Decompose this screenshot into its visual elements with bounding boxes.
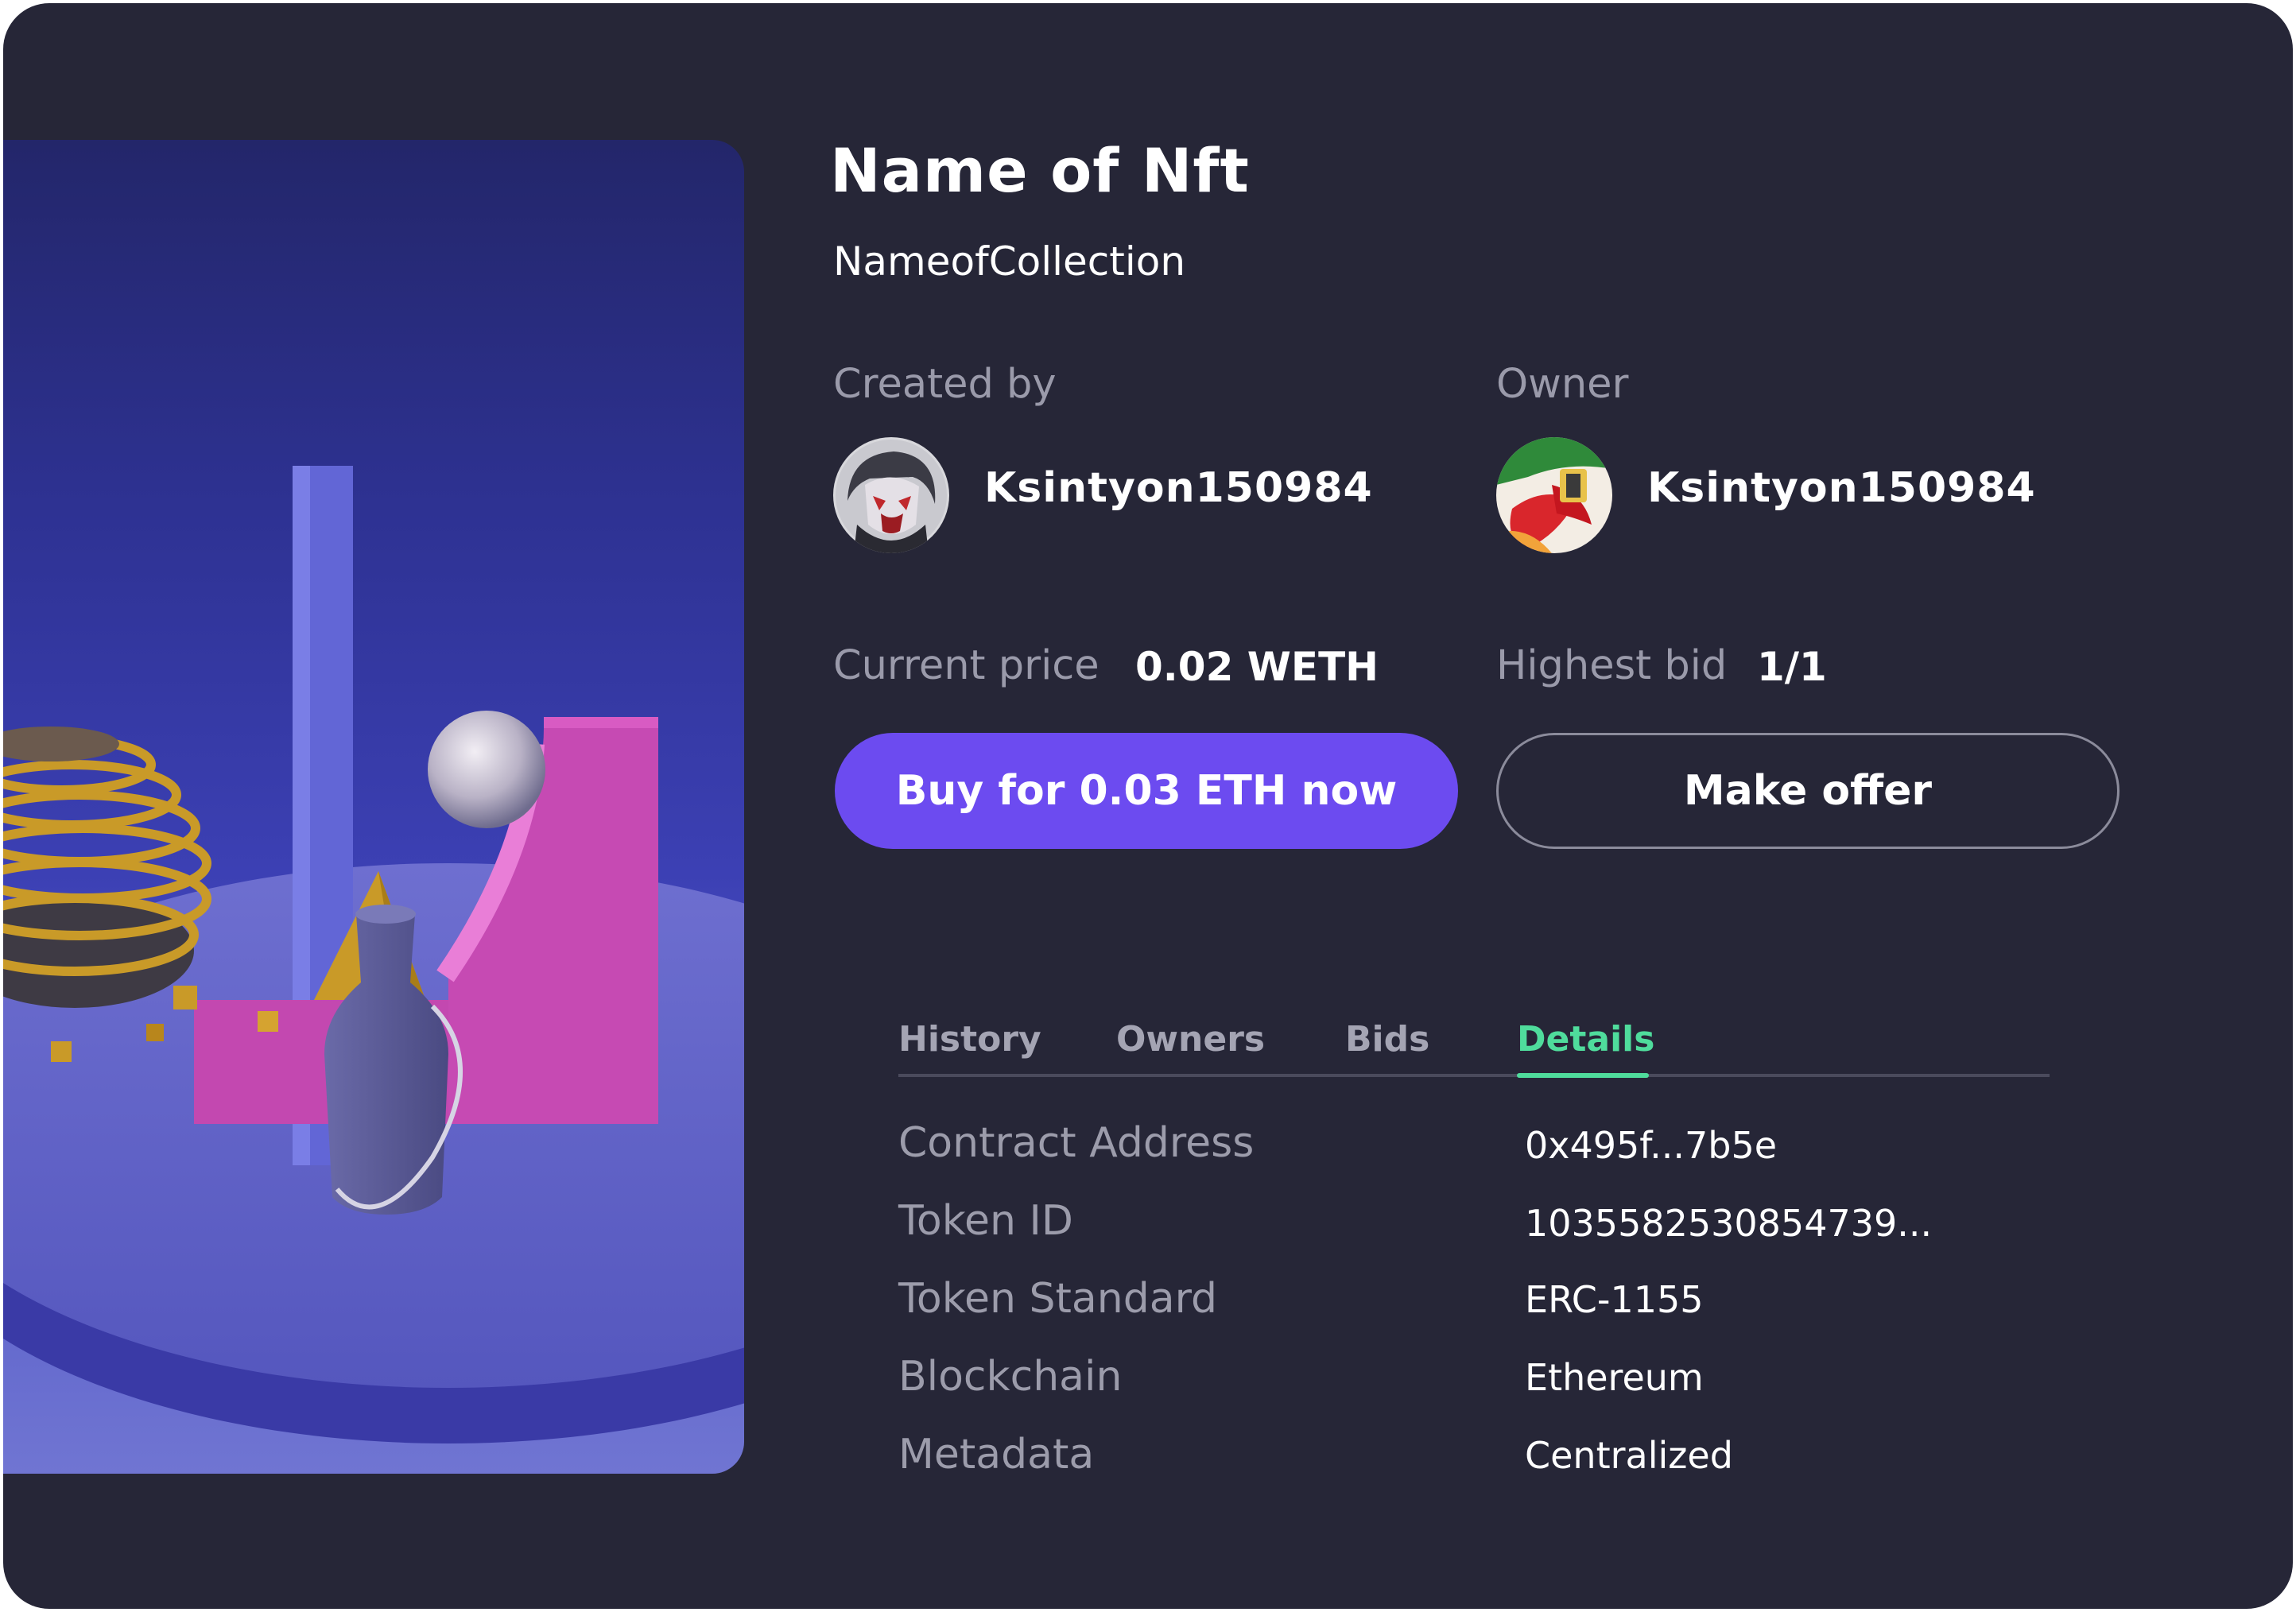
detail-value-metadata: Centralized — [1525, 1434, 1733, 1477]
current-price-value: 0.02 WETH — [1135, 644, 1379, 690]
detail-label-contract-address: Contract Address — [898, 1119, 1255, 1167]
created-by-label: Created by — [833, 361, 1057, 408]
owner-username[interactable]: Ksintyon150984 — [1647, 464, 2036, 512]
buy-now-button[interactable]: Buy for 0.03 ETH now — [835, 733, 1458, 849]
collection-name[interactable]: NameofCollection — [833, 238, 1185, 285]
tab-owners[interactable]: Owners — [1116, 1019, 1265, 1060]
highest-bid-value: 1/1 — [1757, 644, 1827, 690]
detail-value-token-id: 1035582530854739... — [1525, 1202, 1933, 1245]
detail-label-metadata: Metadata — [898, 1431, 1095, 1478]
creator-username[interactable]: Ksintyon150984 — [984, 464, 1373, 512]
detail-label-token-id: Token ID — [898, 1197, 1073, 1245]
detail-value-blockchain: Ethereum — [1525, 1356, 1704, 1399]
nft-title: Name of Nft — [830, 135, 1250, 206]
tab-details[interactable]: Details — [1517, 1019, 1654, 1060]
creator-avatar[interactable] — [833, 437, 949, 553]
tab-bids[interactable]: Bids — [1345, 1019, 1429, 1060]
make-offer-button[interactable]: Make offer — [1496, 733, 2120, 849]
detail-label-token-standard: Token Standard — [898, 1275, 1218, 1323]
nft-detail-card: Name of Nft NameofCollection Created by … — [3, 3, 2293, 1609]
detail-value-contract-address[interactable]: 0x495f...7b5e — [1525, 1124, 1777, 1167]
nft-artwork-image[interactable] — [3, 140, 744, 1474]
buy-now-button-label: Buy for 0.03 ETH now — [895, 767, 1398, 815]
tabs-divider — [898, 1074, 2050, 1077]
detail-value-token-standard: ERC-1155 — [1525, 1278, 1704, 1321]
active-tab-indicator — [1517, 1073, 1649, 1078]
make-offer-button-label: Make offer — [1683, 767, 1933, 815]
detail-label-blockchain: Blockchain — [898, 1353, 1123, 1401]
owner-label: Owner — [1496, 361, 1629, 408]
highest-bid-label: Highest bid — [1496, 642, 1728, 689]
current-price-label: Current price — [833, 642, 1100, 689]
tab-history[interactable]: History — [898, 1019, 1041, 1060]
owner-avatar[interactable] — [1496, 437, 1612, 553]
